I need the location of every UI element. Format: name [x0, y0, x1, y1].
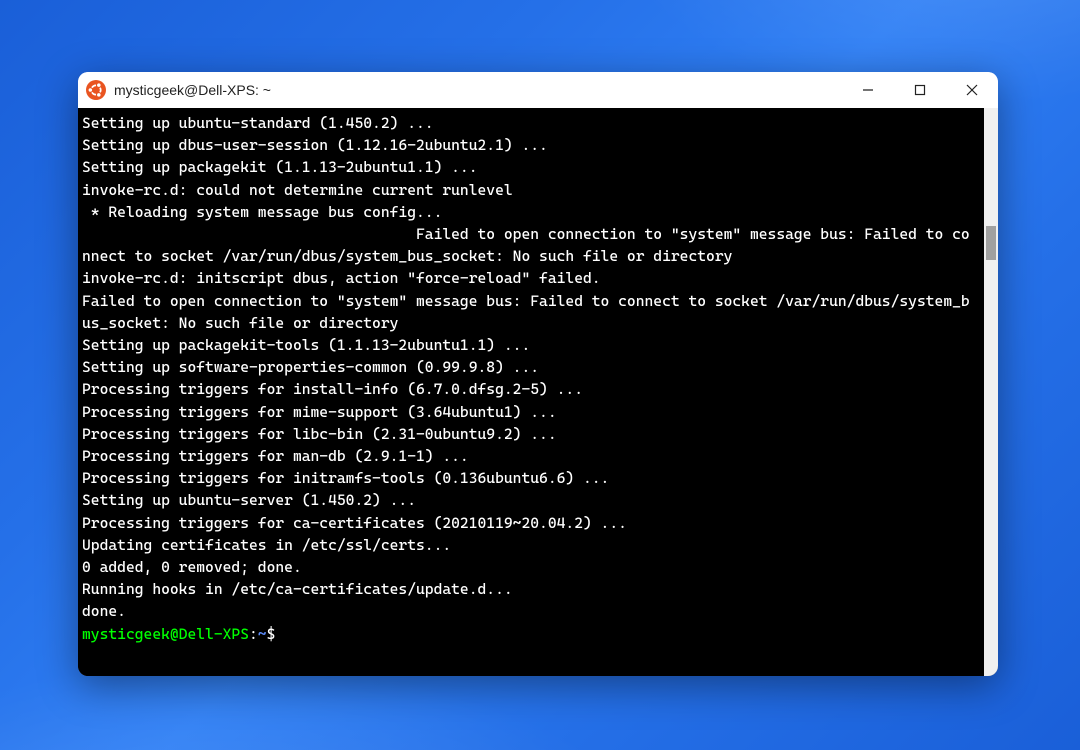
- scrollbar-thumb[interactable]: [986, 226, 996, 260]
- prompt-suffix: $: [267, 625, 285, 643]
- ubuntu-icon: [86, 80, 106, 100]
- window-controls: [842, 72, 998, 108]
- close-button[interactable]: [946, 72, 998, 108]
- shell-prompt[interactable]: mysticgeek@Dell-XPS:~$: [82, 623, 976, 645]
- maximize-button[interactable]: [894, 72, 946, 108]
- prompt-colon: :: [249, 625, 258, 643]
- terminal-output[interactable]: Setting up ubuntu-standard (1.450.2) ...…: [78, 108, 984, 676]
- window-title: mysticgeek@Dell-XPS: ~: [114, 82, 842, 98]
- titlebar[interactable]: mysticgeek@Dell-XPS: ~: [78, 72, 998, 108]
- terminal-window: mysticgeek@Dell-XPS: ~ Setting up ubuntu…: [78, 72, 998, 676]
- prompt-user-host: mysticgeek@Dell-XPS: [82, 625, 249, 643]
- prompt-path: ~: [258, 625, 267, 643]
- minimize-button[interactable]: [842, 72, 894, 108]
- terminal-area: Setting up ubuntu-standard (1.450.2) ...…: [78, 108, 998, 676]
- scrollbar-track[interactable]: [984, 108, 998, 676]
